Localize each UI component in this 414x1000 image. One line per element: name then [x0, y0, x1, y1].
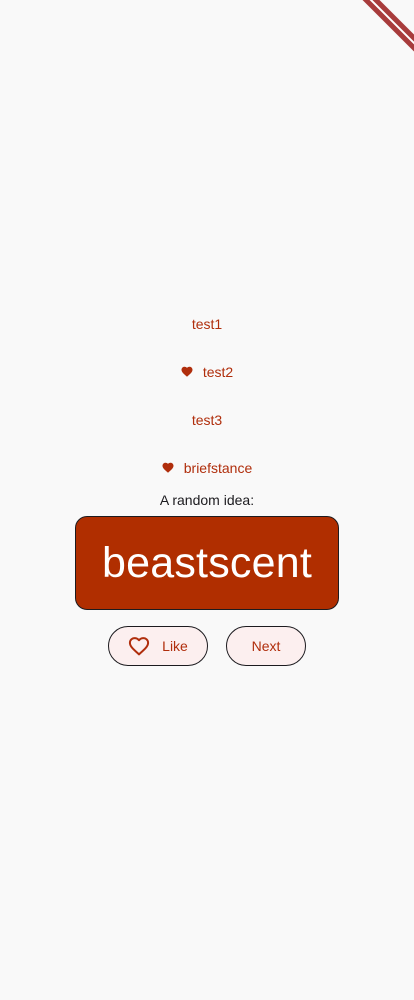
heart-icon [162, 462, 174, 474]
debug-banner-stripe [354, 0, 414, 57]
debug-banner [354, 0, 414, 60]
next-button[interactable]: Next [226, 626, 306, 666]
history-item-label: test3 [191, 412, 223, 428]
like-button-label: Like [162, 638, 188, 654]
prompt-text: A random idea: [159, 492, 255, 508]
history-item[interactable]: briefstance [0, 444, 414, 492]
like-button[interactable]: Like [108, 626, 208, 666]
next-button-label: Next [251, 638, 281, 654]
idea-card: beastscent [75, 516, 339, 610]
history-item[interactable]: test1 [0, 300, 414, 348]
heart-outline-icon [128, 636, 150, 656]
idea-text: beastscent [102, 538, 312, 587]
history-item[interactable]: test2 [0, 348, 414, 396]
heart-icon [181, 366, 193, 378]
history-item-label: test1 [191, 316, 223, 332]
history-item[interactable]: test3 [0, 396, 414, 444]
history-item-label: briefstance [183, 460, 253, 476]
history-item-label: test2 [202, 364, 234, 380]
